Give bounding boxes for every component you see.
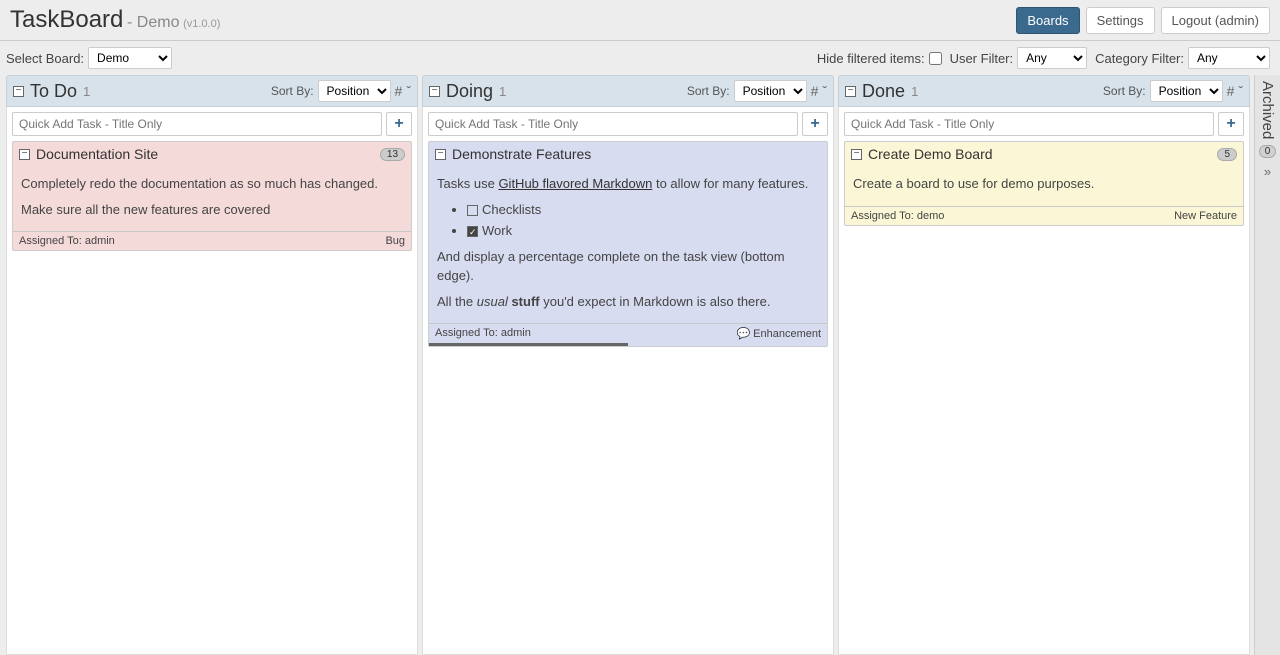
quickadd-input[interactable] bbox=[12, 112, 382, 136]
card-create-demo[interactable]: − Create Demo Board 5 Create a board to … bbox=[844, 141, 1244, 226]
sort-label: Sort By: bbox=[687, 84, 730, 98]
archived-rail[interactable]: Archived 0 » bbox=[1254, 75, 1280, 655]
column-header-todo: − To Do 1 Sort By: Position # ˇ bbox=[6, 75, 418, 107]
sort-select[interactable]: Position bbox=[1150, 80, 1223, 102]
column-todo: − To Do 1 Sort By: Position # ˇ + − Doc bbox=[6, 75, 418, 655]
boards-button[interactable]: Boards bbox=[1016, 7, 1079, 34]
column-title: Done bbox=[862, 81, 905, 102]
header-actions: Boards Settings Logout (admin) bbox=[1016, 7, 1270, 34]
checkbox-icon[interactable] bbox=[467, 205, 478, 216]
assigned-to: Assigned To: admin bbox=[19, 235, 115, 247]
archived-label: Archived bbox=[1259, 81, 1276, 139]
column-body-todo: + − Documentation Site 13 Completely red… bbox=[6, 107, 418, 655]
column-header-done: − Done 1 Sort By: Position # ˇ bbox=[838, 75, 1250, 107]
sort-label: Sort By: bbox=[271, 84, 314, 98]
points-badge: 13 bbox=[380, 148, 405, 161]
hash-icon[interactable]: # bbox=[1227, 83, 1235, 99]
column-title: To Do bbox=[30, 81, 77, 102]
logout-button[interactable]: Logout (admin) bbox=[1161, 7, 1270, 34]
checklist-item: Work bbox=[467, 221, 819, 241]
expand-archived-icon[interactable]: » bbox=[1264, 164, 1271, 179]
quickadd-input[interactable] bbox=[844, 112, 1214, 136]
quickadd-button[interactable]: + bbox=[1218, 112, 1244, 136]
chevron-down-icon[interactable]: ˇ bbox=[406, 83, 411, 99]
sort-label: Sort By: bbox=[1103, 84, 1146, 98]
collapse-icon[interactable]: − bbox=[435, 149, 446, 160]
archived-count: 0 bbox=[1259, 145, 1277, 158]
filters-right: Hide filtered items: User Filter: Any Ca… bbox=[817, 47, 1270, 69]
sort-select[interactable]: Position bbox=[734, 80, 807, 102]
card-body: Create a board to use for demo purposes. bbox=[845, 166, 1243, 206]
sort-select[interactable]: Position bbox=[318, 80, 391, 102]
card-title: Create Demo Board bbox=[868, 146, 993, 162]
collapse-icon[interactable]: − bbox=[851, 149, 862, 160]
hide-filtered-checkbox[interactable] bbox=[929, 52, 942, 65]
column-body-done: + − Create Demo Board 5 Create a board t… bbox=[838, 107, 1250, 655]
card-demonstrate[interactable]: − Demonstrate Features Tasks use GitHub … bbox=[428, 141, 828, 347]
checkbox-checked-icon[interactable] bbox=[467, 226, 478, 237]
settings-button[interactable]: Settings bbox=[1086, 7, 1155, 34]
card-title: Documentation Site bbox=[36, 146, 158, 162]
board-select[interactable]: Demo bbox=[88, 47, 172, 69]
collapse-icon[interactable]: − bbox=[845, 86, 856, 97]
app-title-block: TaskBoard - Demo (v1.0.0) bbox=[10, 6, 220, 34]
comment-icon: 💬 bbox=[736, 328, 750, 340]
app-header: TaskBoard - Demo (v1.0.0) Boards Setting… bbox=[0, 0, 1280, 41]
category-filter-select[interactable]: Any bbox=[1188, 47, 1270, 69]
column-count: 1 bbox=[499, 84, 506, 99]
category-label: Bug bbox=[385, 235, 405, 247]
column-title: Doing bbox=[446, 81, 493, 102]
column-body-doing: + − Demonstrate Features Tasks use GitHu… bbox=[422, 107, 834, 655]
collapse-icon[interactable]: − bbox=[429, 86, 440, 97]
quickadd-button[interactable]: + bbox=[802, 112, 828, 136]
checklist-item: Checklists bbox=[467, 200, 819, 220]
column-count: 1 bbox=[83, 84, 90, 99]
filter-bar: Select Board: Demo Hide filtered items: … bbox=[0, 41, 1280, 75]
collapse-icon[interactable]: − bbox=[19, 149, 30, 160]
board-selector: Select Board: Demo bbox=[6, 47, 172, 69]
category-filter-label: Category Filter: bbox=[1095, 51, 1184, 66]
app-subtitle: - Demo bbox=[127, 14, 179, 31]
board-area: − To Do 1 Sort By: Position # ˇ + − Doc bbox=[0, 75, 1280, 655]
column-done: − Done 1 Sort By: Position # ˇ + − Crea bbox=[838, 75, 1250, 655]
chevron-down-icon[interactable]: ˇ bbox=[822, 83, 827, 99]
app-name: TaskBoard bbox=[10, 6, 123, 33]
assigned-to: Assigned To: admin bbox=[435, 327, 531, 340]
progress-bar bbox=[429, 343, 628, 346]
collapse-icon[interactable]: − bbox=[13, 86, 24, 97]
category-label: 💬Enhancement bbox=[736, 327, 821, 340]
hash-icon[interactable]: # bbox=[811, 83, 819, 99]
column-header-doing: − Doing 1 Sort By: Position # ˇ bbox=[422, 75, 834, 107]
card-documentation[interactable]: − Documentation Site 13 Completely redo … bbox=[12, 141, 412, 251]
chevron-down-icon[interactable]: ˇ bbox=[1238, 83, 1243, 99]
card-body: Completely redo the documentation as so … bbox=[13, 166, 411, 231]
card-title: Demonstrate Features bbox=[452, 146, 591, 162]
gfm-link[interactable]: GitHub flavored Markdown bbox=[498, 176, 652, 191]
card-body: Tasks use GitHub flavored Markdown to al… bbox=[429, 166, 827, 323]
app-version: (v1.0.0) bbox=[183, 18, 220, 30]
hide-filtered-label: Hide filtered items: bbox=[817, 51, 925, 66]
column-doing: − Doing 1 Sort By: Position # ˇ + − Dem bbox=[422, 75, 834, 655]
assigned-to: Assigned To: demo bbox=[851, 210, 944, 222]
category-label: New Feature bbox=[1174, 210, 1237, 222]
hash-icon[interactable]: # bbox=[395, 83, 403, 99]
column-count: 1 bbox=[911, 84, 918, 99]
user-filter-label: User Filter: bbox=[950, 51, 1014, 66]
points-badge: 5 bbox=[1217, 148, 1237, 161]
user-filter-select[interactable]: Any bbox=[1017, 47, 1087, 69]
quickadd-input[interactable] bbox=[428, 112, 798, 136]
select-board-label: Select Board: bbox=[6, 51, 84, 66]
quickadd-button[interactable]: + bbox=[386, 112, 412, 136]
